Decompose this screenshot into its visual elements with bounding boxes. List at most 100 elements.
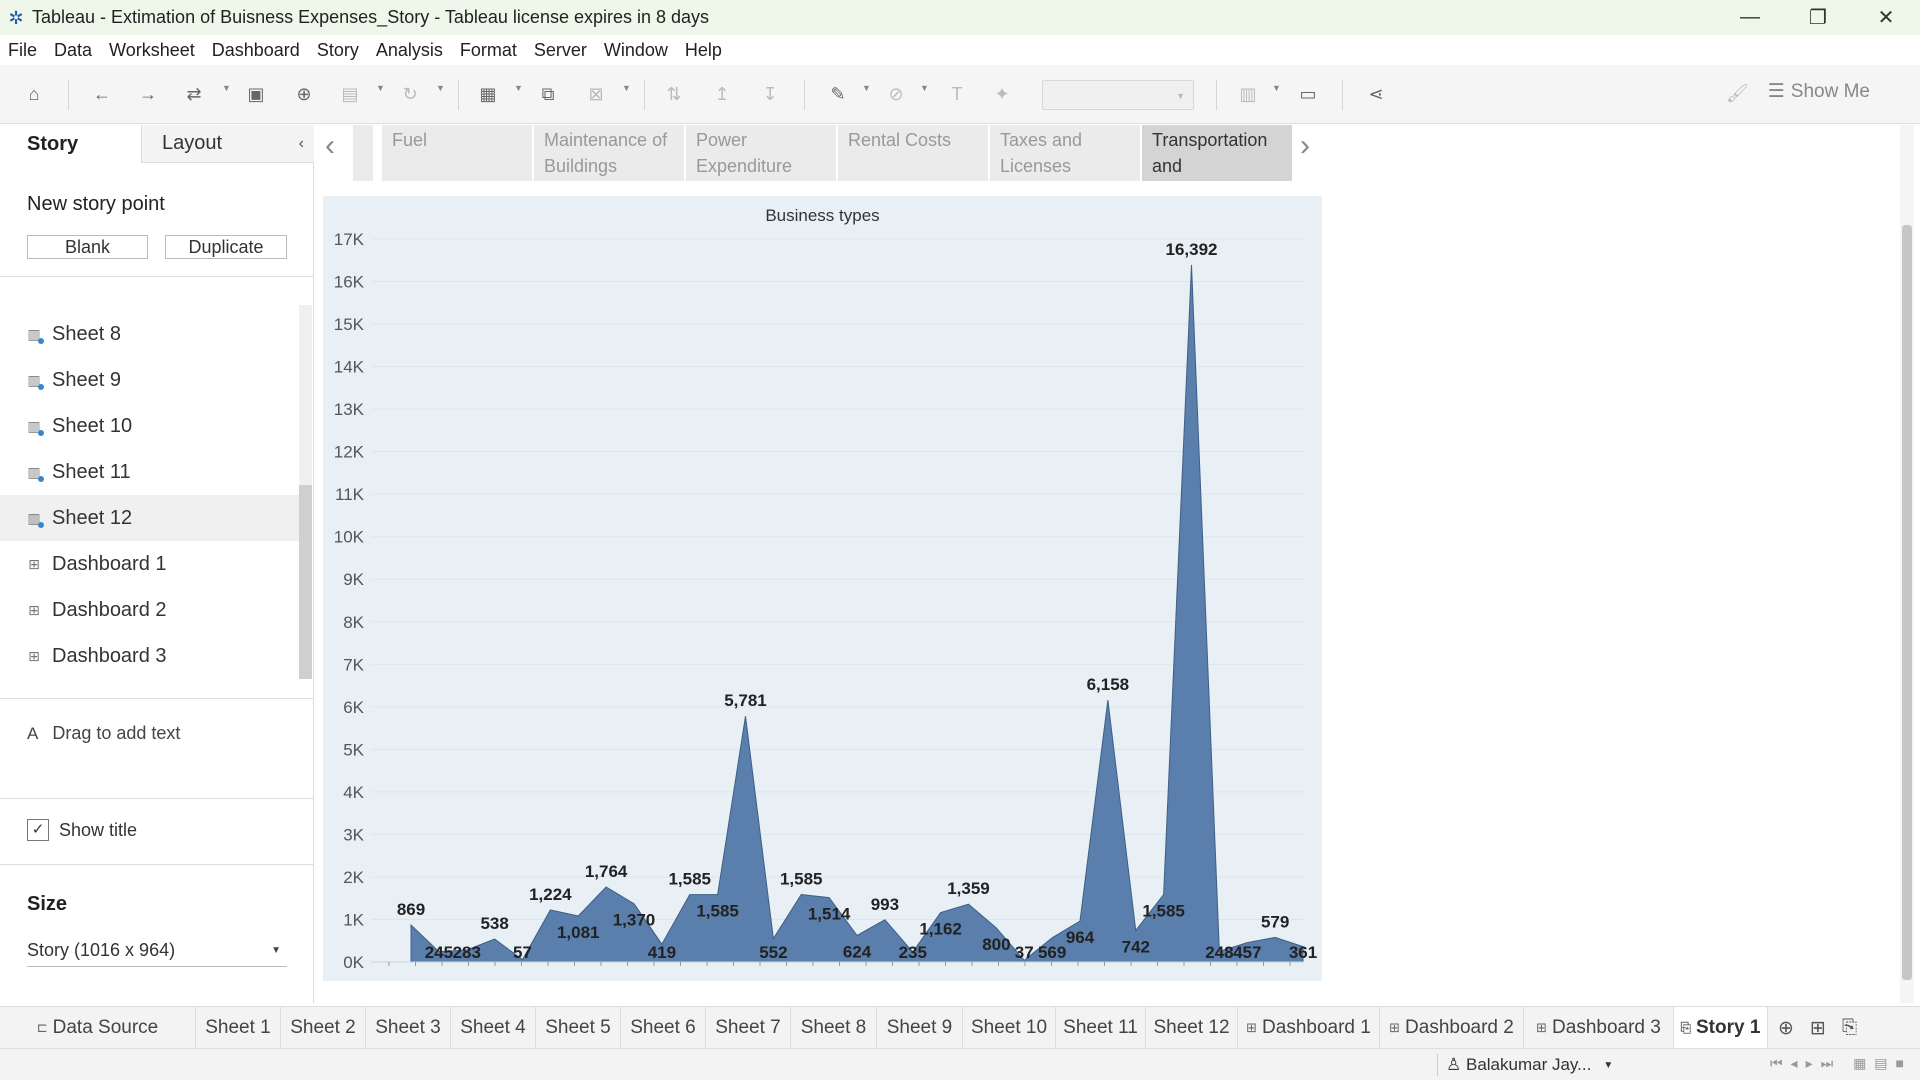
scrollbar-thumb[interactable] [299,485,312,679]
story-point-partial[interactable] [353,125,373,181]
tab-data-source[interactable]: ⊏ Data Source [0,1007,196,1049]
sheet-item-sheet-8[interactable]: ▥ Sheet 8 [0,311,300,357]
tab-sheet-10[interactable]: Sheet 10 [963,1007,1056,1049]
swap-icon[interactable]: ⇅ [662,82,686,106]
sort-descending-icon[interactable]: ↧ [758,82,782,106]
sheet-item-sheet-11[interactable]: ▥ Sheet 11 [0,449,300,495]
new-data-source-icon[interactable]: ⊕ [292,82,316,106]
fix-axes-icon[interactable]: ✦ [990,82,1014,106]
show-title-checkbox[interactable]: ✓ Show title [27,819,137,841]
story-point-maintenance[interactable]: Maintenance of Buildings [534,125,684,181]
sort-ascending-icon[interactable]: ↥ [710,82,734,106]
tab-dashboard-3[interactable]: ⊞ Dashboard 3 [1524,1007,1674,1049]
size-select[interactable]: Story (1016 x 964) ▼ [27,935,287,967]
caret-icon[interactable]: ▼ [514,83,523,93]
restore-icon[interactable]: ❐ [1784,0,1852,35]
highlight-icon[interactable]: ✎ [826,82,850,106]
sheet-item-dashboard-2[interactable]: ⊞ Dashboard 2 [0,587,300,633]
drag-to-add-text[interactable]: A Drag to add text [27,723,180,744]
previous-story-point-icon[interactable]: ‹ [325,129,335,163]
y-tick-label: 8K [343,613,364,632]
menu-help[interactable]: Help [685,40,722,61]
collapse-panel-icon[interactable]: ‹ [299,135,304,153]
group-icon[interactable]: ⊘ [884,82,908,106]
tab-sheet-7[interactable]: Sheet 7 [706,1007,791,1049]
menu-server[interactable]: Server [534,40,587,61]
refresh-icon[interactable]: ↻ [398,82,422,106]
replace-data-icon[interactable]: ⇄ [182,82,206,106]
tab-dashboard-2[interactable]: ⊞ Dashboard 2 [1380,1007,1524,1049]
tab-sheet-11[interactable]: Sheet 11 [1056,1007,1146,1049]
sheet-item-sheet-12[interactable]: ▥ Sheet 12 [0,495,300,541]
caret-icon[interactable]: ▼ [920,83,929,93]
duplicate-sheet-icon[interactable]: ⧉ [536,82,560,106]
blank-button[interactable]: Blank [27,235,148,259]
checkbox-checked-icon[interactable]: ✓ [27,819,49,841]
sheet-item-dashboard-1[interactable]: ⊞ Dashboard 1 [0,541,300,587]
new-story-icon[interactable]: ⎘ [1842,1017,1857,1039]
new-worksheet-icon[interactable]: ⊕ [1778,1017,1794,1040]
caret-icon[interactable]: ▼ [222,83,231,93]
menu-worksheet[interactable]: Worksheet [109,40,195,61]
show-cards-icon[interactable]: ▥ [1236,82,1260,106]
tab-layout[interactable]: Layout ‹ [141,125,314,163]
toolbar-separator [644,80,645,110]
story-point-rental[interactable]: Rental Costs [838,125,988,181]
user-menu[interactable]: ♙ Balakumar Jay... ▼ [1437,1054,1625,1076]
tab-sheet-6[interactable]: Sheet 6 [621,1007,706,1049]
undo-icon[interactable]: ← [90,82,114,106]
save-icon[interactable]: ▣ [244,82,268,106]
scrollbar-thumb[interactable] [1902,225,1912,980]
tab-sheet-1[interactable]: Sheet 1 [196,1007,281,1049]
story-point-taxes[interactable]: Taxes and Licenses [990,125,1140,181]
sheet-item-sheet-9[interactable]: ▥ Sheet 9 [0,357,300,403]
menu-dashboard[interactable]: Dashboard [212,40,300,61]
caret-icon[interactable]: ▼ [862,83,871,93]
new-worksheet-icon[interactable]: ▦ [476,82,500,106]
show-me-button[interactable]: ☰ Show Me [1768,80,1870,103]
duplicate-button[interactable]: Duplicate [165,235,287,259]
caret-icon[interactable]: ▼ [436,83,445,93]
tab-sheet-12[interactable]: Sheet 12 [1146,1007,1238,1049]
tab-sheet-4[interactable]: Sheet 4 [451,1007,536,1049]
sheet-item-dashboard-3[interactable]: ⊞ Dashboard 3 [0,633,300,679]
sheet-item-sheet-10[interactable]: ▥ Sheet 10 [0,403,300,449]
minimize-icon[interactable]: — [1716,0,1784,35]
caret-icon[interactable]: ▼ [622,83,631,93]
caret-icon[interactable]: ▼ [376,83,385,93]
menu-file[interactable]: File [8,40,37,61]
story-point-fuel[interactable]: Fuel [382,125,532,181]
caret-icon[interactable]: ▼ [1272,83,1281,93]
sheet-list-scrollbar[interactable] [299,305,312,679]
story-point-transportation[interactable]: Transportation and [1142,125,1292,181]
tab-sheet-8[interactable]: Sheet 8 [791,1007,877,1049]
format-painter-icon[interactable]: 🖌 [1726,83,1749,104]
tab-sheet-5[interactable]: Sheet 5 [536,1007,621,1049]
close-icon[interactable]: ✕ [1852,0,1920,35]
tab-dashboard-1[interactable]: ⊞ Dashboard 1 [1238,1007,1380,1049]
story-point-power[interactable]: Power Expenditure [686,125,836,181]
next-story-point-icon[interactable]: › [1300,129,1310,163]
vertical-scrollbar[interactable] [1900,125,1914,1003]
menu-analysis[interactable]: Analysis [376,40,443,61]
tab-sheet-3[interactable]: Sheet 3 [366,1007,451,1049]
labels-icon[interactable]: T [945,82,969,106]
pause-updates-icon[interactable]: ▤ [338,82,362,106]
menu-data[interactable]: Data [54,40,92,61]
tab-sheet-2[interactable]: Sheet 2 [281,1007,366,1049]
tab-story-1[interactable]: ⎘ Story 1 [1674,1007,1768,1049]
share-icon[interactable]: ⋖ [1364,82,1388,106]
tab-story[interactable]: Story [0,125,141,163]
tab-sheet-9[interactable]: Sheet 9 [877,1007,963,1049]
menu-window[interactable]: Window [604,40,668,61]
redo-icon[interactable]: → [136,82,160,106]
presentation-mode-icon[interactable]: ▭ [1296,82,1320,106]
new-dashboard-icon[interactable]: ⊞ [1810,1017,1826,1040]
status-view-controls[interactable]: ⏮◂▸⏭ ▦▤■ [1770,1055,1912,1072]
home-icon[interactable]: ⌂ [22,82,46,106]
menu-format[interactable]: Format [460,40,517,61]
sheet-item-label: Dashboard 2 [52,598,167,621]
clear-sheet-icon[interactable]: ⊠ [584,82,608,106]
fit-dropdown[interactable]: ▼ [1042,80,1194,110]
menu-story[interactable]: Story [317,40,359,61]
